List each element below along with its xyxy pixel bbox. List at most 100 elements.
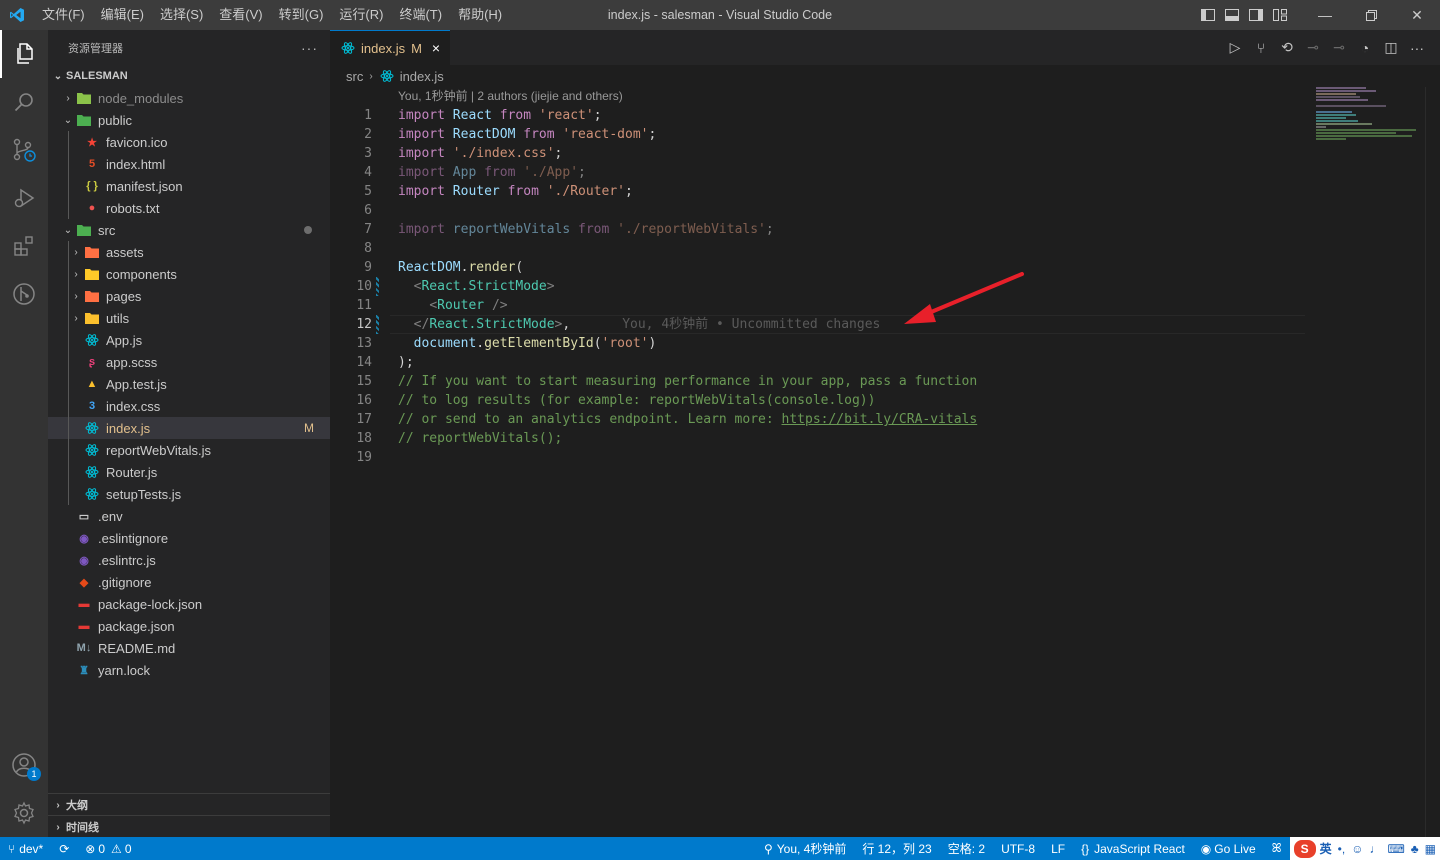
git-lens-right-icon[interactable]: ⊸ <box>1326 39 1352 56</box>
minimap[interactable] <box>1316 87 1426 177</box>
tree-file[interactable]: 5 index.html <box>48 153 330 175</box>
code-token: < <box>429 298 438 313</box>
tree-folder[interactable]: › pages <box>48 285 330 307</box>
tree-folder[interactable]: › components <box>48 263 330 285</box>
tree-file[interactable]: { } manifest.json <box>48 175 330 197</box>
tree-file[interactable]: ★ favicon.ico <box>48 131 330 153</box>
tree-file[interactable]: 3 index.css <box>48 395 330 417</box>
minimize-button[interactable]: — <box>1302 0 1348 30</box>
menu-item[interactable]: 转到(G) <box>271 0 332 30</box>
git-history-icon[interactable]: ◔ <box>1352 40 1378 56</box>
codelens-authors[interactable]: You, 1秒钟前 | 2 authors (jiejie and others… <box>398 87 623 106</box>
tree-folder[interactable]: › utils <box>48 307 330 329</box>
open-changes-icon[interactable]: ⑂ <box>1248 40 1274 56</box>
encoding[interactable]: UTF-8 <box>993 842 1043 856</box>
customize-layout-icon[interactable] <box>1268 0 1292 30</box>
indent-guide <box>68 307 69 329</box>
tree-file[interactable]: ʂ app.scss <box>48 351 330 373</box>
menu-item[interactable]: 查看(V) <box>211 0 270 30</box>
ime-toolbar[interactable]: S 英 •, ☺ ♩ ⌨ ♣ ▦ <box>1289 837 1440 860</box>
tree-file[interactable]: ▭ .env <box>48 505 330 527</box>
search-icon[interactable] <box>0 78 48 126</box>
tab-index-js[interactable]: index.js M × <box>330 30 451 65</box>
more-actions-icon[interactable]: ··· <box>301 40 318 56</box>
tree-folder[interactable]: › assets <box>48 241 330 263</box>
line-number: 19 <box>356 450 372 465</box>
menu-item[interactable]: 运行(R) <box>331 0 391 30</box>
accounts-icon[interactable]: 1 <box>0 741 48 789</box>
test-js-icon: ▲ <box>86 378 98 390</box>
project-section-header[interactable]: ⌄ SALESMAN <box>48 65 330 87</box>
run-debug-icon[interactable] <box>0 174 48 222</box>
react-icon <box>84 464 100 480</box>
extensions-icon[interactable] <box>0 222 48 270</box>
problems-indicator[interactable]: ⊗ 0 ⚠ 0 <box>77 842 139 856</box>
menu-item[interactable]: 帮助(H) <box>450 0 510 30</box>
tree-file[interactable]: reportWebVitals.js <box>48 439 330 461</box>
code-token: ; <box>648 127 657 142</box>
source-control-icon[interactable] <box>0 126 48 174</box>
tree-file[interactable]: ♜ yarn.lock <box>48 659 330 681</box>
toggle-secondary-sidebar-icon[interactable] <box>1244 0 1268 30</box>
tree-file[interactable]: M↓ README.md <box>48 637 330 659</box>
code-editor[interactable]: 1 import React from 'react'; 2 import React… <box>330 106 1320 467</box>
menu-item[interactable]: 选择(S) <box>152 0 211 30</box>
tree-file[interactable]: ▲ App.test.js <box>48 373 330 395</box>
run-icon[interactable]: ▷ <box>1222 39 1248 56</box>
git-graph-icon[interactable] <box>0 270 48 318</box>
tree-file[interactable]: ▬ package-lock.json <box>48 593 330 615</box>
ime-language: 英 <box>1319 842 1332 856</box>
tree-file[interactable]: ◉ .eslintignore <box>48 527 330 549</box>
toggle-panel-icon[interactable] <box>1220 0 1244 30</box>
timeline-section[interactable]: › 时间线 <box>48 815 330 838</box>
tree-file[interactable]: ◆ .gitignore <box>48 571 330 593</box>
tree-item-label: src <box>98 222 116 238</box>
sync-button[interactable]: ⟳ <box>51 842 77 856</box>
code-token: ReactDOM <box>452 127 516 142</box>
code-token[interactable]: https://bit.ly/CRA-vitals <box>782 412 978 427</box>
breadcrumb-src[interactable]: src <box>346 69 363 84</box>
tree-file[interactable]: ● robots.txt <box>48 197 330 219</box>
go-live-button[interactable]: ◉ Go Live <box>1193 842 1264 856</box>
tab-close-icon[interactable]: × <box>432 40 440 56</box>
tree-file[interactable]: setupTests.js <box>48 483 330 505</box>
menu-item[interactable]: 编辑(E) <box>93 0 152 30</box>
status-bar: ⑂ dev* ⟳ ⊗ 0 ⚠ 0 ⚲ You, 4秒钟前 行 12，列 23 空… <box>0 837 1440 860</box>
tree-file[interactable]: ▬ package.json <box>48 615 330 637</box>
tree-file[interactable]: App.js <box>48 329 330 351</box>
tree-folder[interactable]: › node_modules <box>48 87 330 109</box>
breadcrumb-file[interactable]: index.js <box>400 69 444 84</box>
tree-file[interactable]: Router.js <box>48 461 330 483</box>
language-mode[interactable]: {} JavaScript React <box>1073 842 1193 856</box>
tree-file[interactable]: ◉ .eslintrc.js <box>48 549 330 571</box>
code-line: 17 // or send to an analytics endpoint. L… <box>330 410 1320 429</box>
indentation[interactable]: 空格: 2 <box>940 840 993 857</box>
split-editor-icon[interactable]: ◫ <box>1378 39 1404 56</box>
menu-item[interactable]: 文件(F) <box>34 0 93 30</box>
more-editor-actions-icon[interactable]: ··· <box>1404 40 1430 56</box>
close-button[interactable]: ✕ <box>1394 0 1440 30</box>
previous-change-icon[interactable]: ⟲ <box>1274 39 1300 56</box>
manage-gear-icon[interactable] <box>0 789 48 837</box>
explorer-icon[interactable] <box>0 30 48 78</box>
vertical-scrollbar[interactable] <box>1425 87 1440 837</box>
cursor-position[interactable]: 行 12，列 23 <box>854 840 939 857</box>
toggle-sidebar-icon[interactable] <box>1196 0 1220 30</box>
git-lens-left-icon[interactable]: ⊸ <box>1300 39 1326 56</box>
outline-section[interactable]: › 大纲 <box>48 793 330 816</box>
tree-file[interactable]: index.js M <box>48 417 330 439</box>
tree-folder[interactable]: ⌄ public <box>48 109 330 131</box>
folder-pages-icon <box>84 288 100 304</box>
indent-guide <box>68 351 69 373</box>
git-blame-indicator[interactable]: ⚲ You, 4秒钟前 <box>756 840 854 857</box>
end-of-line[interactable]: LF <box>1043 842 1073 856</box>
restore-button[interactable] <box>1348 0 1394 30</box>
menu-item[interactable]: 终端(T) <box>391 0 450 30</box>
feedback-icon[interactable]: ꕤ <box>1264 841 1290 856</box>
tree-folder[interactable]: ⌄ src <box>48 219 330 241</box>
branch-indicator[interactable]: ⑂ dev* <box>0 842 51 856</box>
